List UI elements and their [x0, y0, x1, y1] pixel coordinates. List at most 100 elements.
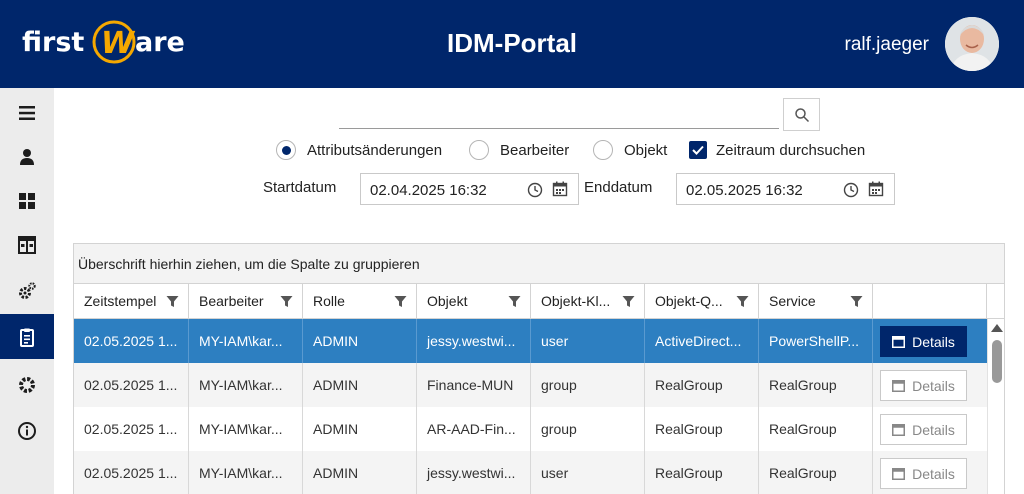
audit-grid: Überschrift hierhin ziehen, um die Spalt…: [73, 243, 1005, 494]
table-row[interactable]: 02.05.2025 1... MY-IAM\kar... ADMIN jess…: [74, 319, 987, 363]
sidebar-item-user[interactable]: [0, 134, 54, 179]
cell-service: PowerShellP...: [759, 319, 873, 363]
cell-zeitstempel: 02.05.2025 1...: [74, 451, 189, 494]
column-title: Objekt: [427, 293, 468, 309]
cell-zeitstempel: 02.05.2025 1...: [74, 363, 189, 407]
radio-bearbeiter[interactable]: Bearbeiter: [469, 140, 569, 160]
cell-objekt: Finance-MUN: [417, 363, 531, 407]
column-header-service[interactable]: Service: [759, 284, 873, 319]
start-date-field[interactable]: 02.04.2025 16:32: [360, 173, 579, 205]
radio-label: Bearbeiter: [500, 141, 570, 159]
column-header-zeitstempel[interactable]: Zeitstempel: [74, 284, 189, 319]
cell-objekt-klasse: user: [531, 319, 645, 363]
checkbox-label: Zeitraum durchsuchen: [716, 141, 866, 159]
calendar-icon[interactable]: [551, 180, 569, 198]
sidebar-item-menu[interactable]: [0, 90, 54, 135]
window-icon: [892, 335, 906, 348]
cell-zeitstempel: 02.05.2025 1...: [74, 407, 189, 451]
radio-button[interactable]: [469, 140, 489, 160]
search-button[interactable]: [783, 98, 820, 131]
start-date-value: 02.04.2025 16:32: [370, 182, 487, 199]
username[interactable]: ralf.jaeger: [845, 34, 930, 56]
window-icon: [892, 379, 906, 392]
sidebar-item-settings-group[interactable]: [0, 268, 54, 313]
sidebar-item-settings[interactable]: [0, 362, 54, 407]
sidebar-item-info[interactable]: [0, 408, 54, 453]
column-header-objekt[interactable]: Objekt: [417, 284, 531, 319]
page-title: IDM-Portal: [447, 28, 577, 58]
sidebar: [0, 88, 54, 494]
cell-objekt-klasse: group: [531, 407, 645, 451]
filter-icon[interactable]: [394, 295, 407, 308]
radio-button[interactable]: [593, 140, 613, 160]
search-icon: [794, 107, 809, 122]
svg-text:are: are: [135, 27, 185, 58]
filter-icon[interactable]: [280, 295, 293, 308]
filter-icon[interactable]: [508, 295, 521, 308]
radio-attributsaenderungen[interactable]: Attributsänderungen: [276, 140, 442, 160]
column-header-actions: [873, 284, 987, 319]
column-header-bearbeiter[interactable]: Bearbeiter: [189, 284, 303, 319]
column-title: Zeitstempel: [84, 293, 157, 309]
column-header-spacer: [987, 284, 1004, 319]
checkbox[interactable]: [689, 141, 707, 159]
filter-icon[interactable]: [736, 295, 749, 308]
end-date-label: Enddatum: [584, 179, 653, 196]
vertical-scrollbar[interactable]: [987, 319, 1004, 494]
table-row[interactable]: 02.05.2025 1... MY-IAM\kar... ADMIN Fina…: [74, 363, 987, 407]
cell-service: RealGroup: [759, 363, 873, 407]
filter-icon[interactable]: [622, 295, 635, 308]
cell-objekt-quelle: RealGroup: [645, 407, 759, 451]
clipboard-icon: [20, 328, 34, 347]
avatar[interactable]: [945, 17, 999, 71]
radio-objekt[interactable]: Objekt: [593, 140, 667, 160]
sidebar-item-panels[interactable]: [0, 222, 54, 267]
cell-bearbeiter: MY-IAM\kar...: [189, 407, 303, 451]
cell-objekt-klasse: group: [531, 363, 645, 407]
table-row[interactable]: 02.05.2025 1... MY-IAM\kar... ADMIN jess…: [74, 451, 987, 494]
group-panel[interactable]: Überschrift hierhin ziehen, um die Spalt…: [74, 244, 1004, 284]
cell-objekt-quelle: ActiveDirect...: [645, 319, 759, 363]
gear-icon: [19, 376, 35, 393]
clock-icon[interactable]: [842, 181, 860, 199]
cell-objekt: jessy.westwi...: [417, 319, 531, 363]
cell-bearbeiter: MY-IAM\kar...: [189, 363, 303, 407]
cell-service: RealGroup: [759, 407, 873, 451]
column-header-objekt-quelle[interactable]: Objekt-Q...: [645, 284, 759, 319]
clock-icon[interactable]: [526, 181, 544, 199]
details-button[interactable]: Details: [880, 326, 967, 357]
app-header: first W are IDM-Portal ralf.jaeger: [0, 0, 1024, 88]
filter-icon[interactable]: [850, 295, 863, 308]
table-row[interactable]: 02.05.2025 1... MY-IAM\kar... ADMIN AR-A…: [74, 407, 987, 451]
window-icon: [892, 423, 906, 436]
calendar-icon[interactable]: [867, 180, 885, 198]
window-icon: [892, 467, 906, 480]
cell-zeitstempel: 02.05.2025 1...: [74, 319, 189, 363]
scroll-thumb[interactable]: [992, 340, 1002, 383]
search-input[interactable]: [339, 128, 779, 129]
sidebar-item-dashboard[interactable]: [0, 178, 54, 223]
cell-objekt: jessy.westwi...: [417, 451, 531, 494]
scroll-up-arrow-icon[interactable]: [991, 324, 1003, 332]
cell-service: RealGroup: [759, 451, 873, 494]
cell-rolle: ADMIN: [303, 407, 417, 451]
column-title: Objekt-Kl...: [541, 293, 611, 309]
details-label: Details: [912, 421, 955, 438]
column-header-rolle[interactable]: Rolle: [303, 284, 417, 319]
radio-button[interactable]: [276, 140, 296, 160]
end-date-field[interactable]: 02.05.2025 16:32: [676, 173, 895, 205]
cell-rolle: ADMIN: [303, 451, 417, 494]
end-date-value: 02.05.2025 16:32: [686, 182, 803, 199]
panels-icon: [18, 235, 36, 254]
checkbox-zeitraum[interactable]: Zeitraum durchsuchen: [689, 140, 865, 160]
details-button[interactable]: Details: [880, 458, 967, 489]
details-button[interactable]: Details: [880, 370, 967, 401]
menu-icon: [19, 105, 35, 120]
details-button[interactable]: Details: [880, 414, 967, 445]
column-header-objekt-klasse[interactable]: Objekt-Kl...: [531, 284, 645, 319]
details-label: Details: [912, 333, 955, 350]
firstware-logo[interactable]: first W are: [22, 18, 212, 70]
filter-icon[interactable]: [166, 295, 179, 308]
cell-bearbeiter: MY-IAM\kar...: [189, 319, 303, 363]
sidebar-item-audit[interactable]: [0, 314, 54, 359]
